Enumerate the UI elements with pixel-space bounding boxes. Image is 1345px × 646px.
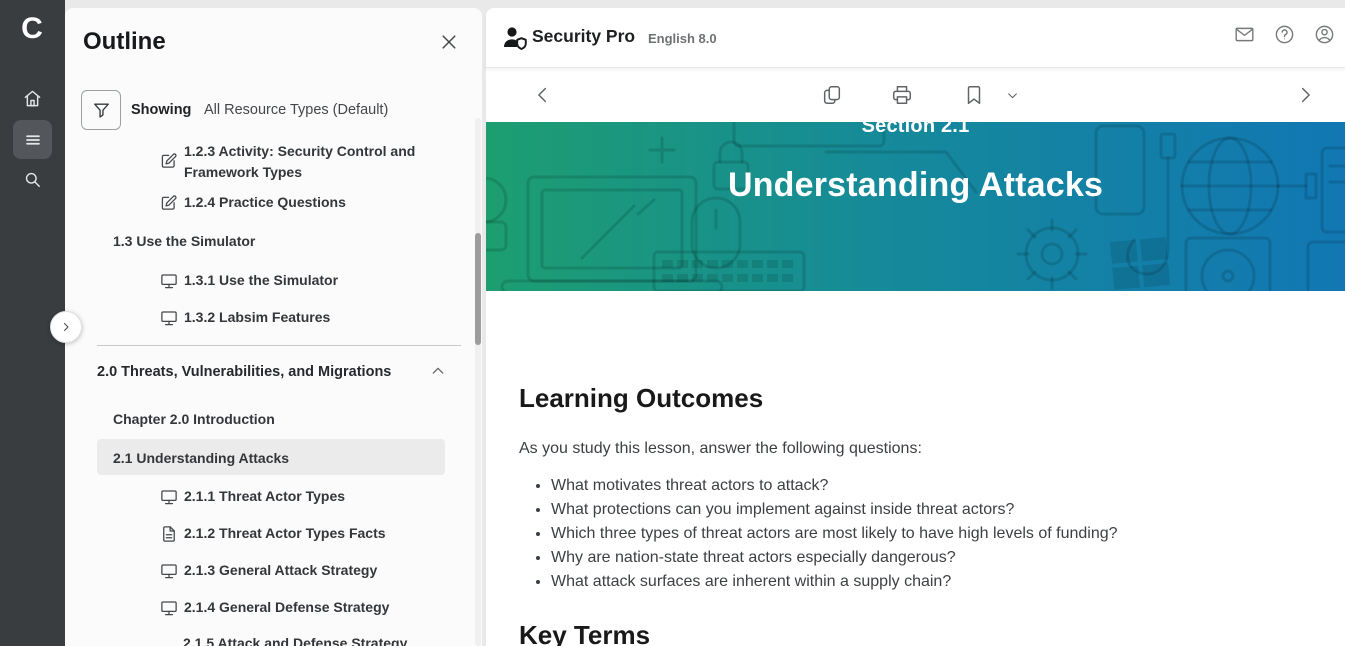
course-header: Security Pro English 8.0 (486, 8, 1345, 68)
monitor-icon (160, 488, 178, 506)
tree-item-1-2-4[interactable]: 1.2.4 Practice Questions (160, 192, 346, 213)
chevron-right-icon (1294, 84, 1316, 106)
tree-item-label: 2.1.5 Attack and Defense Strategy (183, 633, 407, 646)
bookmark-menu-button[interactable] (1006, 89, 1028, 111)
close-outline-button[interactable] (439, 32, 461, 54)
print-button[interactable] (891, 84, 913, 106)
key-terms-heading: Key Terms (519, 620, 650, 646)
list-item: What protections can you implement again… (551, 498, 1118, 522)
lesson-intro-text: As you study this lesson, answer the fol… (519, 440, 922, 458)
previous-lesson-button[interactable] (532, 84, 554, 106)
tree-item-label: 1.3 Use the Simulator (113, 231, 255, 252)
edit-icon (160, 194, 178, 212)
tree-item-1-3-1[interactable]: 1.3.1 Use the Simulator (160, 270, 338, 291)
tree-item-2-1-5[interactable]: 2.1.5 Attack and Defense Strategy (183, 633, 407, 646)
outline-scrollbar-thumb[interactable] (475, 233, 481, 345)
print-icon (891, 84, 913, 106)
tree-divider (97, 345, 461, 346)
profile-icon[interactable] (1314, 24, 1335, 45)
copy-button[interactable] (821, 84, 843, 106)
tree-item-1-3[interactable]: 1.3 Use the Simulator (113, 231, 255, 252)
monitor-icon (160, 272, 178, 290)
tree-item-1-2-3[interactable]: 1.2.3 Activity: Security Control and Fra… (160, 141, 445, 183)
lesson-toolbar (486, 68, 1345, 122)
bookmark-icon (963, 84, 985, 106)
tree-item-label: 1.2.4 Practice Questions (184, 192, 346, 213)
sidebar-item-search[interactable] (13, 160, 52, 199)
tree-item-1-3-2[interactable]: 1.3.2 Labsim Features (160, 307, 330, 328)
app-logo: C (0, 12, 65, 46)
mail-icon[interactable] (1234, 24, 1255, 45)
sidebar-item-outline[interactable] (13, 120, 52, 159)
document-icon (160, 525, 178, 543)
tree-section-label: 2.0 Threats, Vulnerabilities, and Migrat… (97, 362, 391, 383)
copy-icon (821, 84, 843, 106)
course-shield-user-icon (502, 25, 530, 51)
tree-item-label: 1.3.2 Labsim Features (184, 307, 330, 328)
edit-icon (160, 152, 178, 170)
home-icon (23, 89, 42, 108)
close-icon (439, 32, 461, 52)
tree-item-label: 2.1.4 General Defense Strategy (184, 597, 389, 618)
menu-icon (24, 131, 42, 149)
collapse-section-button[interactable] (430, 363, 446, 379)
panel-expand-button[interactable] (50, 311, 82, 343)
tree-item-label: 2.1.3 General Attack Strategy (184, 560, 377, 581)
outline-scrollbar-track (475, 118, 481, 646)
list-item: What motivates threat actors to attack? (551, 474, 1118, 498)
chevron-down-icon (1006, 89, 1028, 102)
course-title: Security Pro (532, 26, 635, 47)
chevron-up-icon (430, 363, 446, 379)
filter-button[interactable] (81, 90, 121, 130)
tree-item-label: 1.2.3 Activity: Security Control and Fra… (184, 141, 436, 183)
tree-item-2-1-2[interactable]: 2.1.2 Threat Actor Types Facts (160, 523, 386, 544)
tree-item-label: 2.1.1 Threat Actor Types (184, 486, 345, 507)
next-lesson-button[interactable] (1294, 84, 1316, 106)
filter-icon (92, 101, 111, 120)
banner-title: Understanding Attacks (486, 166, 1345, 205)
banner-section-label: Section 2.1 (486, 122, 1345, 138)
filter-value[interactable]: All Resource Types (Default) (204, 102, 388, 118)
learning-outcomes-list: What motivates threat actors to attack? … (519, 474, 1118, 594)
help-icon[interactable] (1274, 24, 1295, 45)
panel-title: Outline (83, 28, 166, 56)
tree-item-2-1-4[interactable]: 2.1.4 General Defense Strategy (160, 597, 389, 618)
chevron-left-icon (532, 84, 554, 106)
search-icon (23, 170, 42, 189)
filter-showing-label: Showing (131, 102, 191, 118)
chevron-right-icon (60, 321, 72, 333)
tree-item-label: Chapter 2.0 Introduction (113, 409, 275, 430)
bookmark-button[interactable] (963, 84, 985, 106)
sidebar-item-home[interactable] (13, 79, 52, 118)
tree-item-2-1-1[interactable]: 2.1.1 Threat Actor Types (160, 486, 345, 507)
monitor-icon (160, 599, 178, 617)
monitor-icon (160, 562, 178, 580)
banner-tech-pattern (486, 122, 1345, 291)
section-banner: Section 2.1 Understanding Attacks (486, 122, 1345, 291)
tree-item-2-1-selected[interactable]: 2.1 Understanding Attacks (113, 448, 289, 469)
tree-section-2-0[interactable]: 2.0 Threats, Vulnerabilities, and Migrat… (97, 362, 427, 383)
main-content-card: Security Pro English 8.0 (486, 8, 1345, 646)
outline-panel: Outline Showing All Resource Types (Defa… (65, 8, 482, 646)
tree-item-label: 1.3.1 Use the Simulator (184, 270, 338, 291)
learning-outcomes-heading: Learning Outcomes (519, 383, 763, 414)
tree-item-label: 2.1.2 Threat Actor Types Facts (184, 523, 386, 544)
tree-item-2-1-3[interactable]: 2.1.3 General Attack Strategy (160, 560, 377, 581)
monitor-icon (160, 309, 178, 327)
list-item: Why are nation-state threat actors espec… (551, 546, 1118, 570)
course-language-version: English 8.0 (648, 31, 717, 46)
list-item: Which three types of threat actors are m… (551, 522, 1118, 546)
list-item: What attack surfaces are inherent within… (551, 570, 1118, 594)
tree-item-label: 2.1 Understanding Attacks (113, 448, 289, 469)
tree-item-chapter-2-0[interactable]: Chapter 2.0 Introduction (113, 409, 275, 430)
